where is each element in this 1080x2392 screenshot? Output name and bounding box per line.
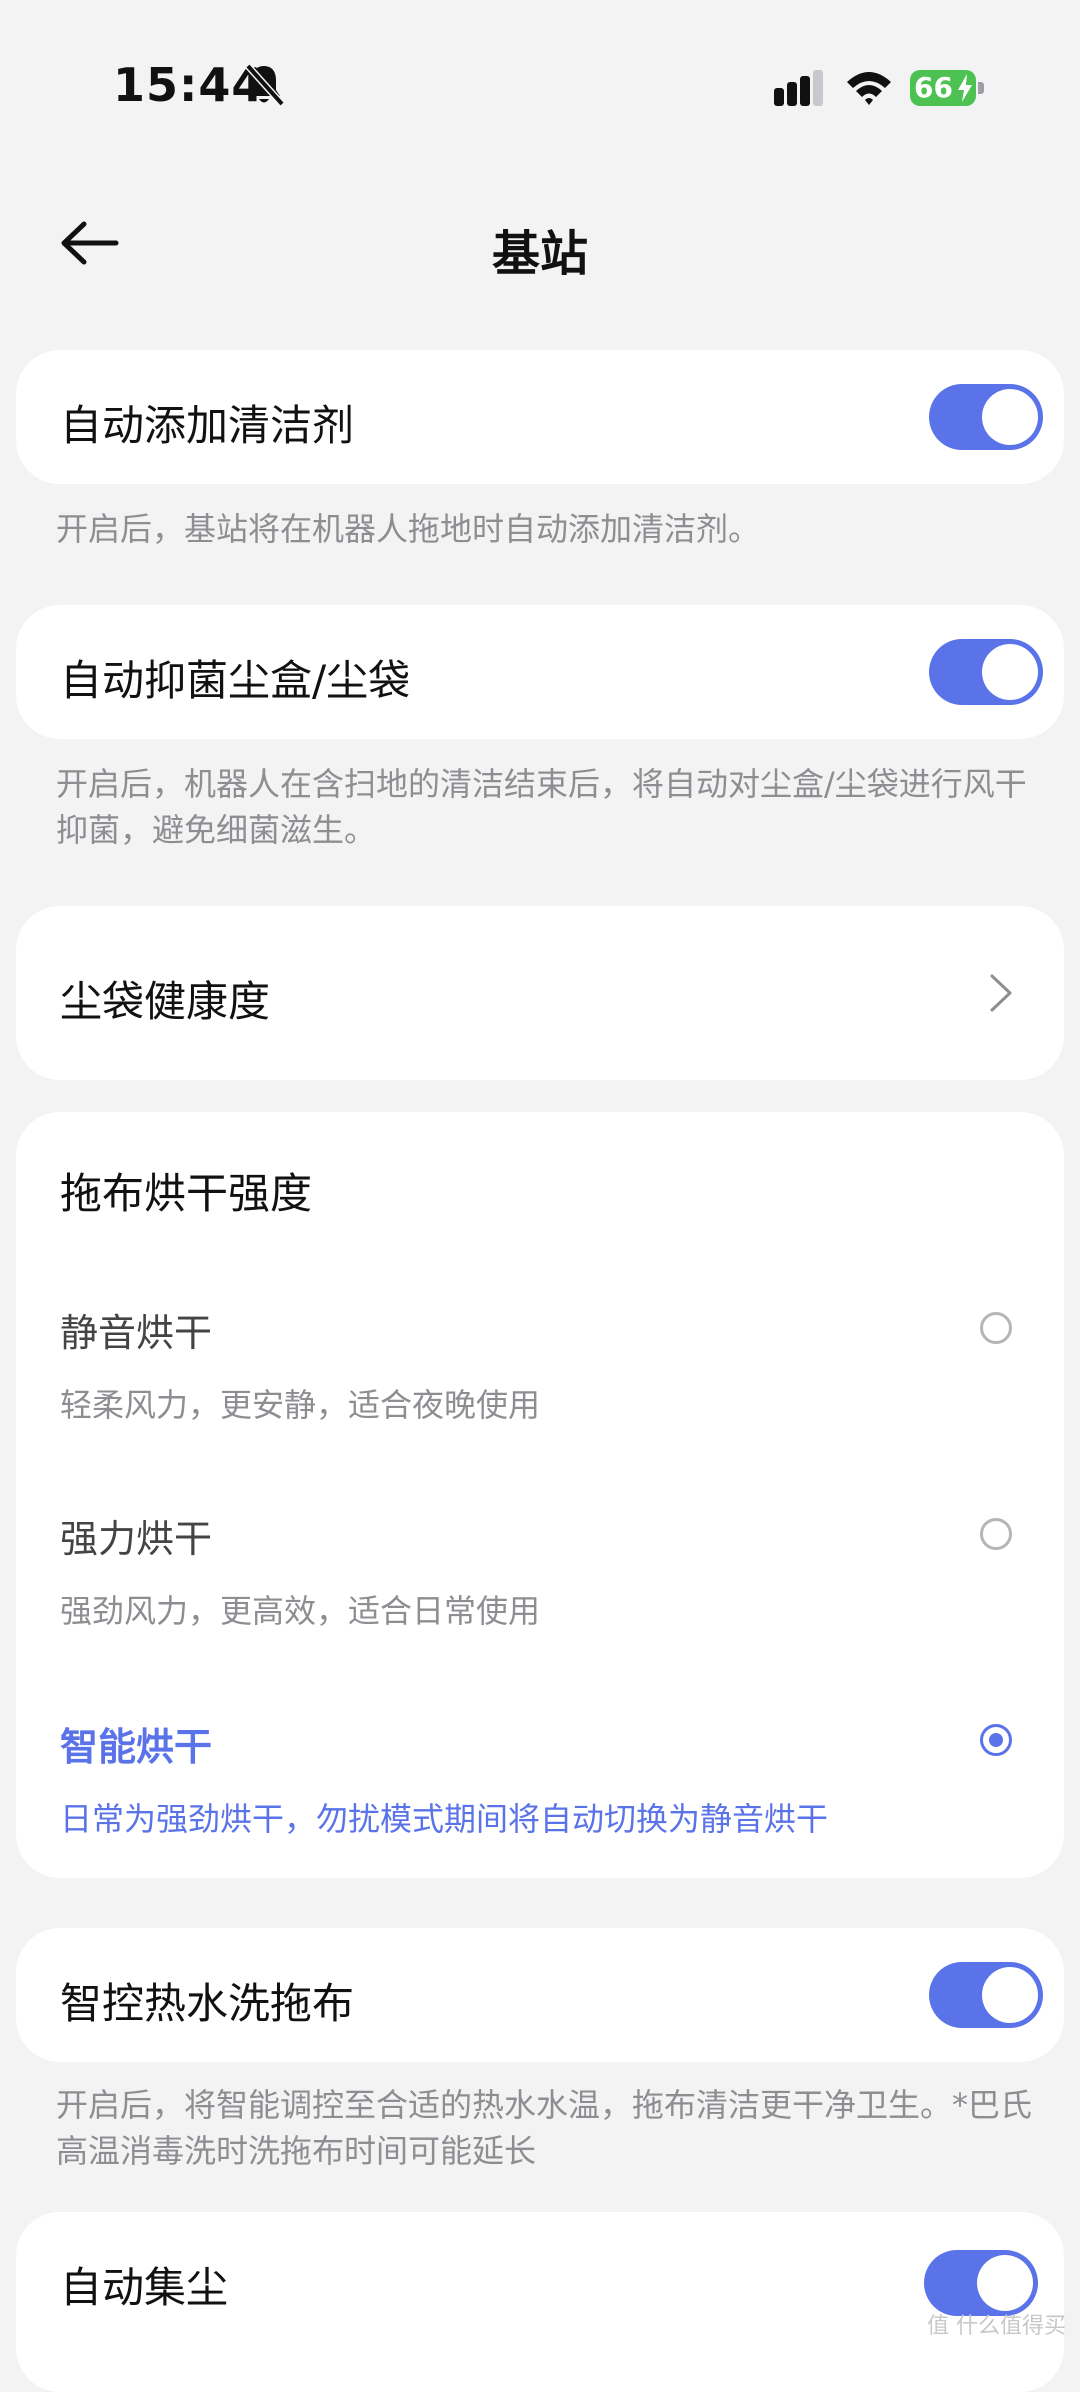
watermark: 值 什么值得买 [927,2314,1066,2339]
toggle-knob [982,644,1038,700]
option-desc: 强劲风力，更高效，适合日常使用 [60,1592,541,1630]
option-title: 强力烘干 [60,1517,213,1561]
antibacterial-toggle[interactable] [929,639,1043,705]
battery-level: 66 [914,71,953,104]
hot-water-wash-desc: 开启后，将智能调控至合适的热水水温，拖布清洁更干净卫生。*巴氏高温消毒洗时洗拖布… [56,2086,1033,2170]
auto-detergent-toggle[interactable] [929,384,1043,450]
status-time: 15:44 [113,58,265,112]
dust-bag-health-row[interactable]: 尘袋健康度 [16,906,1064,1080]
battery-indicator: 66 [910,70,986,106]
auto-detergent-row[interactable]: 自动添加清洁剂 [16,350,1064,484]
option-desc: 日常为强劲烘干，勿扰模式期间将自动切换为静音烘干 [60,1800,829,1838]
auto-dust-row[interactable]: 自动集尘 [16,2212,1064,2392]
chevron-right-icon [990,974,1012,1012]
radio-quiet[interactable] [980,1312,1012,1344]
bell-muted-icon [245,63,284,107]
antibacterial-desc: 开启后，机器人在含扫地的清洁结束后，将自动对尘盒/尘袋进行风干抑菌，避免细菌滋生… [56,765,1027,849]
dust-bag-health-label: 尘袋健康度 [60,977,271,1026]
hot-water-wash-label: 智控热水洗拖布 [60,1979,355,2028]
status-bar: 15:44 66 [0,0,1080,150]
option-desc: 轻柔风力，更安静，适合夜晚使用 [60,1386,541,1424]
option-title: 智能烘干 [60,1725,213,1769]
battery-tip [978,82,984,94]
auto-dust-toggle[interactable] [924,2250,1038,2316]
hot-water-wash-toggle[interactable] [929,1962,1043,2028]
auto-detergent-desc: 开启后，基站将在机器人拖地时自动添加清洁剂。 [56,510,761,548]
toggle-knob [982,1967,1038,2023]
toggle-knob [977,2255,1033,2311]
mop-drying-label: 拖布烘干强度 [60,1169,313,1218]
wifi-icon [847,72,891,105]
radio-strong[interactable] [980,1518,1012,1550]
page-title: 基站 [491,226,588,282]
auto-dust-label: 自动集尘 [60,2263,229,2312]
mop-drying-card: 拖布烘干强度 静音烘干 轻柔风力，更安静，适合夜晚使用 强力烘干 强劲风力，更高… [16,1112,1064,1878]
cell-signal-icon [774,70,823,106]
option-title: 静音烘干 [60,1311,213,1355]
hot-water-wash-row[interactable]: 智控热水洗拖布 [16,1928,1064,2062]
auto-detergent-label: 自动添加清洁剂 [60,401,355,450]
nav-bar: 基站 [0,200,1080,290]
charging-bolt-icon [958,74,972,102]
radio-smart[interactable] [980,1724,1012,1756]
antibacterial-row[interactable]: 自动抑菌尘盒/尘袋 [16,605,1064,739]
antibacterial-label: 自动抑菌尘盒/尘袋 [60,656,411,705]
toggle-knob [982,389,1038,445]
